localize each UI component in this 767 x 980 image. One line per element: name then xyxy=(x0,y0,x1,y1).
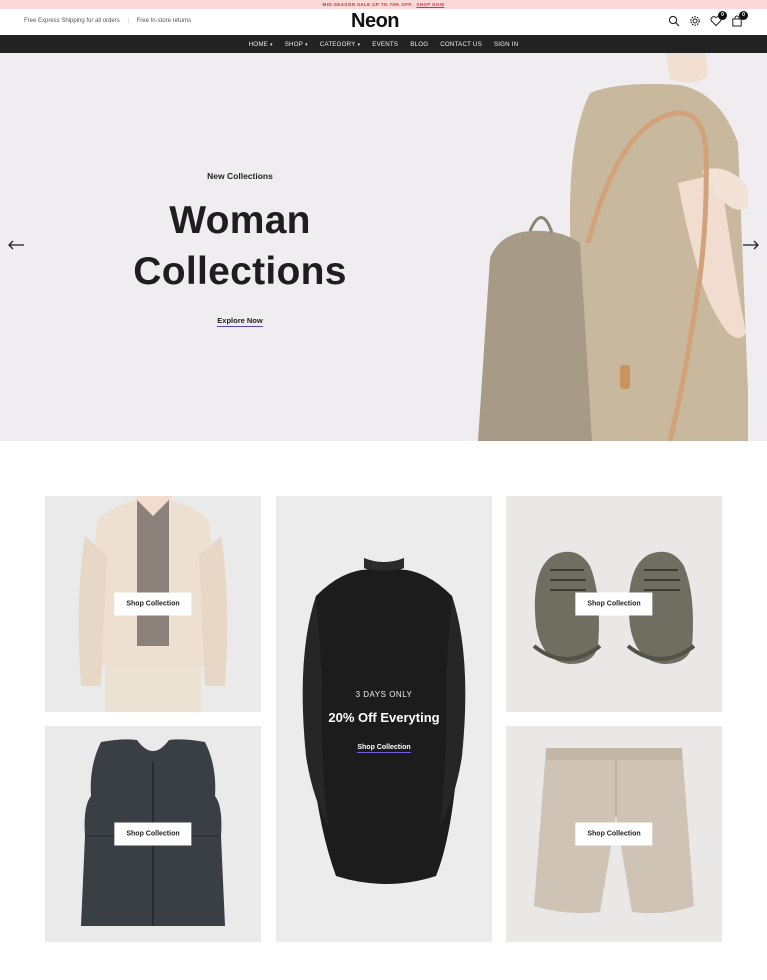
hero-eyebrow: New Collections xyxy=(207,171,273,181)
next-slide-arrow-icon[interactable] xyxy=(742,239,760,251)
chevron-down-icon: ▾ xyxy=(305,41,308,48)
nav-item-category[interactable]: CATEGORY ▾ xyxy=(320,41,360,48)
shipping-info: Free Express Shipping for all orders | F… xyxy=(24,18,191,24)
shop-collection-button[interactable]: Shop Collection xyxy=(575,822,653,846)
divider: | xyxy=(127,18,129,24)
nav-item-events[interactable]: EVENTS xyxy=(372,41,398,48)
chevron-down-icon: ▾ xyxy=(270,41,273,48)
feature-shop-collection-link[interactable]: Shop Collection xyxy=(357,744,411,753)
returns-text: Free In-store returns xyxy=(136,18,192,24)
prev-slide-arrow-icon[interactable] xyxy=(7,239,25,251)
shop-collection-button[interactable]: Shop Collection xyxy=(114,592,192,616)
chevron-down-icon: ▾ xyxy=(357,41,361,48)
explore-now-link[interactable]: Explore Now xyxy=(217,316,263,327)
site-header: Free Express Shipping for all orders | F… xyxy=(0,9,767,35)
search-icon[interactable] xyxy=(668,15,680,27)
nav-item-label: SIGN IN xyxy=(493,40,519,48)
nav-item-label: CONTACT US xyxy=(440,40,482,48)
nav-item-label: BLOG xyxy=(410,40,429,48)
nav-item-shop[interactable]: SHOP ▾ xyxy=(285,41,308,48)
hero-slider: New Collections Woman Collections Explor… xyxy=(0,53,767,441)
hero-title-line: Collections xyxy=(133,250,347,293)
nav-item-home[interactable]: HOME ▾ xyxy=(249,41,273,48)
hero-model-image xyxy=(478,53,767,441)
shipping-text: Free Express Shipping for all orders xyxy=(24,18,120,24)
shop-collection-button[interactable]: Shop Collection xyxy=(575,592,653,616)
main-nav: HOME ▾ SHOP ▾ CATEGORY ▾ EVENTS BLOG CONTAC… xyxy=(0,35,767,53)
nav-item-label: EVENTS xyxy=(372,40,399,48)
nav-item-blog[interactable]: BLOG xyxy=(410,41,428,48)
bag-icon[interactable]: 0 xyxy=(731,11,748,27)
nav-item-sign-in[interactable]: SIGN IN xyxy=(494,41,518,48)
hero-title: Woman Collections xyxy=(0,195,480,297)
nav-item-label: HOME xyxy=(248,40,269,48)
heart-icon[interactable]: 0 xyxy=(710,11,727,27)
wishlist-count-badge: 0 xyxy=(718,11,727,20)
header-icons: 0 0 xyxy=(668,11,748,27)
collection-tile-vest[interactable]: Shop Collection xyxy=(45,726,261,942)
collection-tile-shorts[interactable]: Shop Collection xyxy=(506,726,722,942)
promo-text: MID-SEASON SALE UP TO 70% OFF. xyxy=(322,2,413,7)
site-logo[interactable]: Neon xyxy=(351,10,400,33)
feature-days-label: 3 DAYS ONLY xyxy=(355,690,413,699)
nav-item-label: CATEGORY xyxy=(319,40,356,48)
promo-shop-now-link[interactable]: SHOP NOW xyxy=(416,2,444,7)
cart-count-badge: 0 xyxy=(739,11,748,20)
nav-item-contact[interactable]: CONTACT US xyxy=(440,41,482,48)
nav-item-label: SHOP xyxy=(284,40,304,48)
collection-tile-jacket[interactable]: Shop Collection xyxy=(45,496,261,712)
feature-link-wrap: Shop Collection xyxy=(276,736,492,754)
collection-tile-shoes[interactable]: Shop Collection xyxy=(506,496,722,712)
hero-cta: Explore Now xyxy=(0,310,480,328)
collection-tile-featured[interactable]: 3 DAYS ONLY 20% Off Everyting Shop Colle… xyxy=(276,496,492,942)
shop-collection-button[interactable]: Shop Collection xyxy=(114,822,192,846)
promo-bar: MID-SEASON SALE UP TO 70% OFF. SHOP NOW xyxy=(0,0,767,9)
collection-grid: Shop Collection 3 DAYS ONLY 20% Off Ever… xyxy=(45,496,722,942)
hero-title-line: Woman xyxy=(169,199,311,242)
feature-offer-title: 20% Off Everyting xyxy=(328,710,440,725)
gear-icon[interactable] xyxy=(689,15,701,27)
